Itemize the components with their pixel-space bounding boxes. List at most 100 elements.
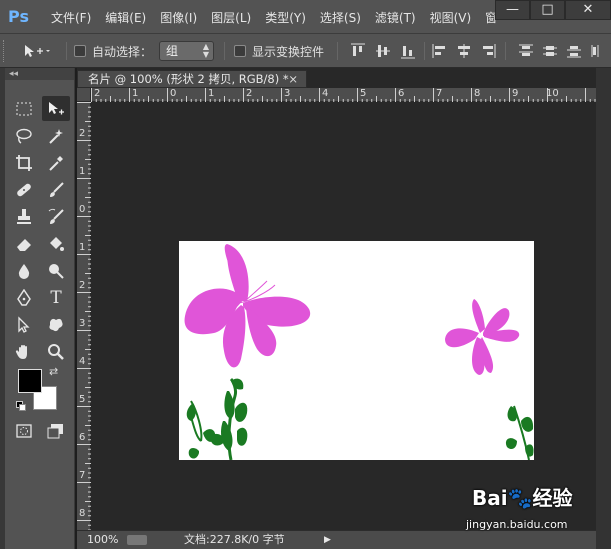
photoshop-logo: Ps	[8, 7, 29, 26]
separator	[66, 42, 67, 60]
zoom-tool[interactable]	[42, 339, 70, 364]
ruler-label: 1	[79, 242, 86, 253]
vertical-ruler[interactable]: 2 1 0 1 2 3 4 5 6 7 8	[77, 102, 91, 530]
canvas-artwork	[184, 244, 534, 460]
menu-file[interactable]: 文件(F)	[44, 9, 98, 26]
ruler-label: 8	[474, 88, 481, 99]
baidu-watermark: Bai🐾经验 jingyan.baidu.com	[464, 478, 604, 542]
clone-stamp-tool[interactable]	[10, 204, 38, 229]
show-transform-checkbox[interactable]	[234, 45, 246, 57]
watermark-brand-end: 经验	[532, 486, 573, 510]
pen-tool[interactable]	[10, 285, 38, 310]
menu-view[interactable]: 视图(V)	[423, 9, 479, 26]
align-bottom-icon[interactable]	[400, 43, 416, 59]
distribute-more-icon[interactable]	[590, 43, 606, 59]
type-tool[interactable]: T	[42, 285, 70, 310]
crop-icon	[16, 154, 32, 171]
move-tool-preset-icon	[25, 45, 50, 57]
move-icon	[49, 101, 64, 114]
move-tool[interactable]	[42, 96, 70, 121]
ruler-label: 4	[322, 88, 329, 99]
marquee-icon	[16, 102, 32, 115]
butterfly-small	[445, 299, 520, 375]
eyedropper-icon	[49, 155, 63, 171]
dropdown-arrows-icon: ▲ ▼	[202, 42, 209, 59]
watermark-url: jingyan.baidu.com	[466, 518, 568, 531]
menu-bar: Ps 文件(F) 编辑(E) 图像(I) 图层(L) 类型(Y) 选择(S) 滤…	[0, 0, 611, 34]
options-bar: 自动选择： 组 ▲ ▼ 显示变换控件	[0, 34, 611, 68]
distribute-vertical-center-icon[interactable]	[542, 43, 558, 59]
eraser-tool[interactable]	[10, 231, 38, 256]
auto-select-group: 自动选择：	[74, 34, 152, 68]
dodge-tool[interactable]	[42, 258, 70, 283]
stamp-icon	[17, 208, 31, 224]
auto-select-value: 组	[166, 44, 179, 58]
align-vertical-center-icon[interactable]	[375, 43, 391, 59]
close-button[interactable]: ✕	[565, 0, 611, 20]
document-tab-close-icon[interactable]: ×	[288, 71, 298, 87]
blur-tool[interactable]	[10, 258, 38, 283]
status-menu-arrow-icon[interactable]: ▶	[324, 531, 331, 549]
ruler-label: 6	[79, 432, 86, 443]
separator	[424, 42, 425, 60]
watermark-brand: Bai	[472, 486, 508, 510]
status-preview-icon[interactable]	[127, 535, 147, 545]
path-selection-tool[interactable]	[10, 312, 38, 337]
foreground-color-swatch[interactable]	[18, 369, 42, 393]
document-canvas[interactable]	[179, 241, 534, 460]
horizontal-ruler[interactable]: 2 1 0 1 2 3 4 5 6 7 8 9 10	[91, 88, 611, 102]
plant-left	[186, 377, 248, 460]
maximize-button[interactable]: □	[530, 0, 565, 20]
distribute-top-icon[interactable]	[518, 43, 534, 59]
options-grip[interactable]	[3, 40, 6, 62]
auto-select-dropdown[interactable]: 组 ▲ ▼	[159, 41, 214, 61]
toolbox: ◂◂ T ⇄	[5, 68, 75, 549]
minimize-button[interactable]: —	[495, 0, 530, 20]
toolbox-collapse-button[interactable]: ◂◂	[5, 68, 74, 80]
default-colors-icon[interactable]	[16, 401, 27, 412]
tool-preset-picker[interactable]	[22, 34, 50, 68]
marquee-tool[interactable]	[10, 96, 38, 121]
menu-type[interactable]: 类型(Y)	[258, 9, 313, 26]
custom-shape-tool[interactable]	[42, 312, 70, 337]
align-top-icon[interactable]	[350, 43, 366, 59]
distribute-bottom-icon[interactable]	[566, 43, 582, 59]
crop-tool[interactable]	[10, 150, 38, 175]
menu-items: 文件(F) 编辑(E) 图像(I) 图层(L) 类型(Y) 选择(S) 滤镜(T…	[44, 0, 504, 34]
screen-mode-tool[interactable]	[42, 418, 70, 443]
brush-icon	[50, 181, 64, 197]
align-horizontal-center-icon[interactable]	[456, 43, 472, 59]
align-left-icon[interactable]	[432, 43, 448, 59]
hand-tool[interactable]	[10, 339, 38, 364]
eraser-icon	[17, 238, 31, 251]
eyedropper-tool[interactable]	[42, 150, 70, 175]
type-icon: T	[50, 287, 62, 308]
magnifier-icon	[48, 343, 64, 360]
menu-select[interactable]: 选择(S)	[313, 9, 368, 26]
quick-mask-tool[interactable]	[10, 418, 38, 443]
ruler-origin[interactable]	[77, 88, 91, 102]
auto-select-checkbox[interactable]	[74, 45, 86, 57]
menu-layer[interactable]: 图层(L)	[204, 9, 258, 26]
plant-right	[505, 405, 534, 460]
menu-image[interactable]: 图像(I)	[153, 9, 204, 26]
swap-colors-icon[interactable]: ⇄	[49, 366, 61, 378]
lasso-tool[interactable]	[10, 123, 38, 148]
align-right-icon[interactable]	[480, 43, 496, 59]
menu-edit[interactable]: 编辑(E)	[98, 9, 153, 26]
healing-brush-tool[interactable]	[10, 177, 38, 202]
history-brush-tool[interactable]	[42, 204, 70, 229]
history-brush-icon	[48, 208, 64, 224]
ruler-label: 3	[284, 88, 291, 99]
ruler-label: 5	[79, 394, 86, 405]
zoom-level[interactable]: 100%	[87, 531, 118, 549]
ruler-label: 9	[512, 88, 519, 99]
ruler-label: 6	[398, 88, 405, 99]
document-tab[interactable]: 名片 @ 100% (形状 2 拷贝, RGB/8) * ×	[77, 70, 307, 88]
magic-wand-tool[interactable]	[42, 123, 70, 148]
menu-filter[interactable]: 滤镜(T)	[368, 9, 423, 26]
ruler-label: 2	[79, 280, 86, 291]
ruler-label: 1	[208, 88, 215, 99]
paint-bucket-tool[interactable]	[42, 231, 70, 256]
brush-tool[interactable]	[42, 177, 70, 202]
